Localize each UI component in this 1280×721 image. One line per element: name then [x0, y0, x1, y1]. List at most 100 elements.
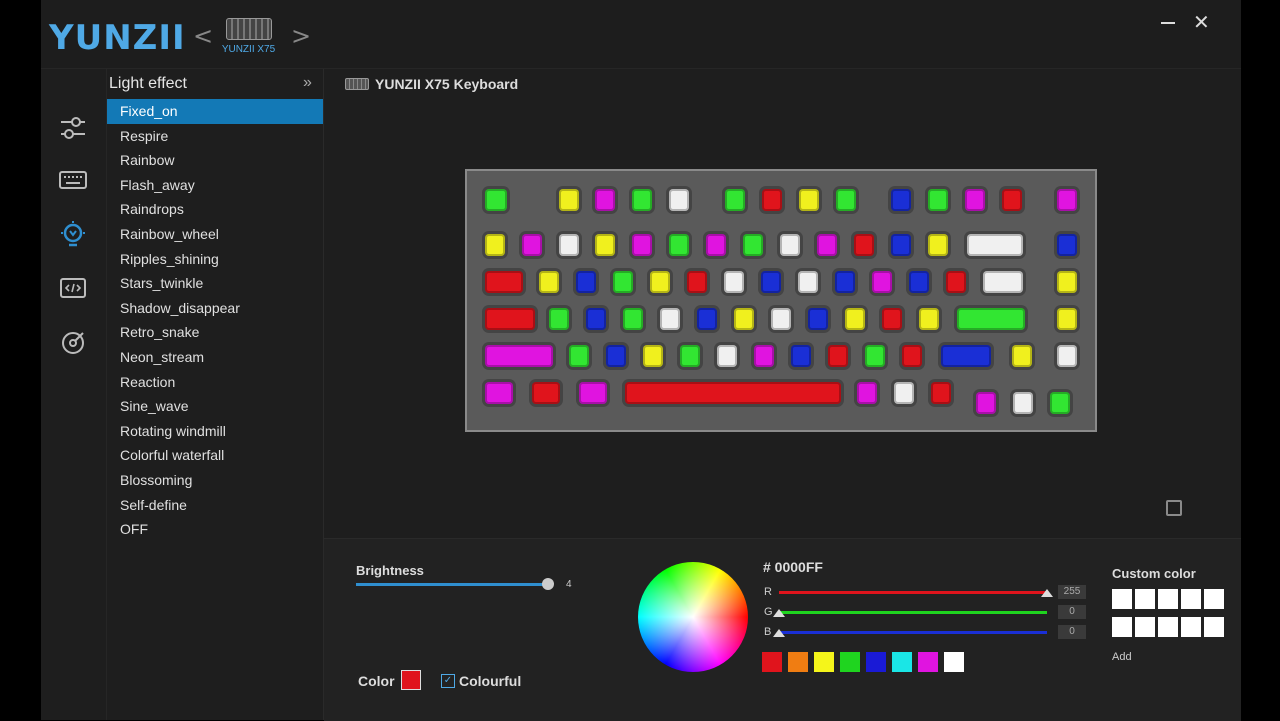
- keyboard-key[interactable]: [798, 271, 818, 293]
- keyboard-key[interactable]: [845, 308, 865, 330]
- custom-color-slot[interactable]: [1204, 617, 1224, 637]
- preset-color-swatch[interactable]: [866, 652, 886, 672]
- custom-color-slot[interactable]: [1181, 617, 1201, 637]
- keyboard-key[interactable]: [1050, 392, 1070, 414]
- effect-item[interactable]: Colorful waterfall: [107, 443, 323, 468]
- custom-color-slot[interactable]: [1204, 589, 1224, 609]
- custom-color-slot[interactable]: [1181, 589, 1201, 609]
- keyboard-key[interactable]: [1057, 189, 1077, 211]
- keyboard-key[interactable]: [761, 271, 781, 293]
- keyboard-key[interactable]: [743, 234, 763, 256]
- effect-item[interactable]: Blossoming: [107, 468, 323, 493]
- brightness-slider[interactable]: [356, 578, 554, 590]
- keyboard-key[interactable]: [485, 308, 535, 330]
- keyboard-key[interactable]: [1057, 345, 1077, 367]
- keyboard-key[interactable]: [569, 345, 589, 367]
- g-value[interactable]: 0: [1058, 605, 1086, 619]
- preset-color-swatch[interactable]: [944, 652, 964, 672]
- keyboard-key[interactable]: [522, 234, 542, 256]
- keyboard-key[interactable]: [891, 189, 911, 211]
- preset-color-swatch[interactable]: [788, 652, 808, 672]
- effect-item[interactable]: Reaction: [107, 370, 323, 395]
- effect-item[interactable]: Flash_away: [107, 173, 323, 198]
- keyboard-key[interactable]: [983, 271, 1023, 293]
- g-slider[interactable]: [773, 609, 1047, 617]
- b-value[interactable]: 0: [1058, 625, 1086, 639]
- b-thumb[interactable]: [773, 629, 785, 637]
- preset-color-swatch[interactable]: [814, 652, 834, 672]
- code-icon[interactable]: [59, 274, 87, 302]
- collapse-icon[interactable]: »: [303, 74, 312, 92]
- keyboard-key[interactable]: [485, 189, 507, 211]
- keyboard-key[interactable]: [549, 308, 569, 330]
- keyboard-key[interactable]: [669, 189, 689, 211]
- custom-color-slot[interactable]: [1112, 589, 1132, 609]
- keyboard-key[interactable]: [946, 271, 966, 293]
- keyboard-key[interactable]: [595, 234, 615, 256]
- effect-item[interactable]: Raindrops: [107, 197, 323, 222]
- keyboard-key[interactable]: [613, 271, 633, 293]
- keyboard-key[interactable]: [1013, 392, 1033, 414]
- custom-color-slot[interactable]: [1158, 589, 1178, 609]
- keyboard-key[interactable]: [967, 234, 1023, 256]
- device-keyboard-icon[interactable]: [226, 18, 272, 40]
- keyboard-key[interactable]: [717, 345, 737, 367]
- keyboard-key[interactable]: [836, 189, 856, 211]
- b-slider[interactable]: [773, 629, 1047, 637]
- keyboard-key[interactable]: [909, 271, 929, 293]
- keyboard-key[interactable]: [817, 234, 837, 256]
- keyboard-key[interactable]: [734, 308, 754, 330]
- keyboard-key[interactable]: [799, 189, 819, 211]
- keyboard-key[interactable]: [928, 189, 948, 211]
- brightness-thumb[interactable]: [542, 578, 554, 590]
- next-device-button[interactable]: >: [291, 22, 311, 50]
- keyboard-key[interactable]: [623, 308, 643, 330]
- keyboard-key[interactable]: [576, 271, 596, 293]
- keyboard-key[interactable]: [976, 392, 996, 414]
- custom-color-slot[interactable]: [1135, 617, 1155, 637]
- keyboard-key[interactable]: [865, 345, 885, 367]
- keyboard-preview[interactable]: [465, 169, 1097, 432]
- keyboard-key[interactable]: [650, 271, 670, 293]
- sliders-icon[interactable]: [59, 114, 87, 142]
- keyboard-key[interactable]: [1057, 234, 1077, 256]
- keyboard-key[interactable]: [754, 345, 774, 367]
- keyboard-key[interactable]: [706, 234, 726, 256]
- keyboard-key[interactable]: [539, 271, 559, 293]
- keyboard-key[interactable]: [625, 382, 841, 404]
- keyboard-key[interactable]: [828, 345, 848, 367]
- keyboard-key[interactable]: [669, 234, 689, 256]
- keyboard-key[interactable]: [808, 308, 828, 330]
- keyboard-key[interactable]: [643, 345, 663, 367]
- keyboard-key[interactable]: [882, 308, 902, 330]
- minimize-button[interactable]: [1161, 22, 1175, 24]
- effect-item[interactable]: Retro_snake: [107, 320, 323, 345]
- keyboard-key[interactable]: [931, 382, 951, 404]
- effect-item[interactable]: Ripples_shining: [107, 247, 323, 272]
- r-slider[interactable]: [779, 589, 1053, 597]
- effect-item[interactable]: Sine_wave: [107, 394, 323, 419]
- keyboard-key[interactable]: [485, 345, 553, 367]
- keyboard-key[interactable]: [857, 382, 877, 404]
- keyboard-key[interactable]: [1057, 308, 1077, 330]
- keyboard-key[interactable]: [928, 234, 948, 256]
- keyboard-key[interactable]: [1012, 345, 1032, 367]
- keyboard-key[interactable]: [957, 308, 1025, 330]
- close-button[interactable]: ✕: [1193, 10, 1210, 35]
- keyboard-key[interactable]: [724, 271, 744, 293]
- keyboard-key[interactable]: [485, 271, 523, 293]
- keyboard-key[interactable]: [632, 189, 652, 211]
- effect-item[interactable]: Rotating windmill: [107, 419, 323, 444]
- keyboard-key[interactable]: [854, 234, 874, 256]
- keyboard-key[interactable]: [791, 345, 811, 367]
- effect-item[interactable]: OFF: [107, 517, 323, 542]
- custom-color-slot[interactable]: [1135, 589, 1155, 609]
- keyboard-key[interactable]: [725, 189, 745, 211]
- keyboard-icon[interactable]: [59, 166, 87, 194]
- keyboard-key[interactable]: [595, 189, 615, 211]
- effect-item[interactable]: Fixed_on: [107, 99, 323, 124]
- r-value[interactable]: 255: [1058, 585, 1086, 599]
- keyboard-key[interactable]: [894, 382, 914, 404]
- preset-color-swatch[interactable]: [892, 652, 912, 672]
- keyboard-key[interactable]: [1002, 189, 1022, 211]
